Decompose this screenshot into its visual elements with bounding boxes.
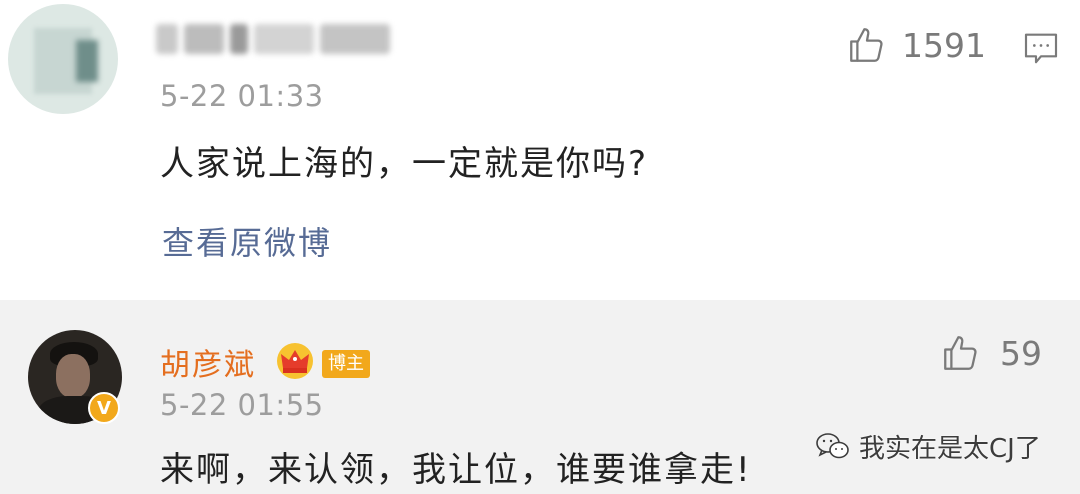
wechat-icon [816, 432, 849, 458]
comment-timestamp: 5-22 01:33 [160, 79, 324, 113]
like-count: 1591 [902, 25, 986, 65]
reply-text: 来啊，来认领，我让位，谁要谁拿走! [160, 450, 752, 490]
view-original-weibo-link[interactable]: 查看原微博 [162, 218, 332, 264]
reply-timestamp: 5-22 01:55 [160, 388, 324, 422]
comment-text: 人家说上海的，一定就是你吗? [160, 144, 649, 184]
thumb-up-icon [944, 336, 977, 370]
commenter-username-blurred[interactable] [156, 18, 401, 60]
watermark-text: 我实在是太CJ了 [859, 434, 1041, 464]
thumb-up-icon [850, 28, 883, 62]
verified-icon: V [88, 392, 120, 424]
comment-icon[interactable] [1020, 28, 1062, 68]
author-username[interactable]: 胡彦斌 [160, 340, 256, 384]
blogger-badge: 博主 [322, 350, 370, 378]
commenter-avatar[interactable] [8, 4, 118, 114]
reply-like-count: 59 [1000, 333, 1042, 373]
reply-like-button[interactable]: 59 [940, 332, 1042, 374]
watermark: 我实在是太CJ了 [815, 428, 1041, 465]
like-button[interactable]: 1591 [846, 24, 986, 66]
crown-icon [277, 343, 313, 379]
